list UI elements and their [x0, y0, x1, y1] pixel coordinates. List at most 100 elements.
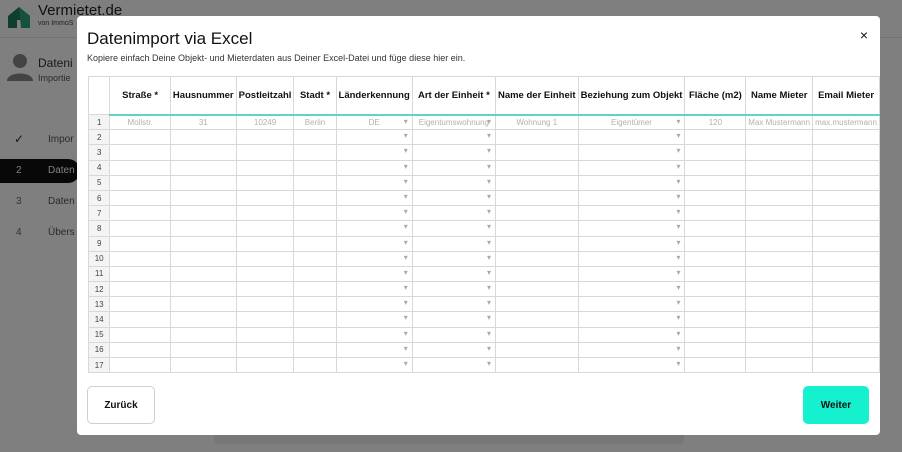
dropdown-cell[interactable]	[577, 220, 686, 237]
grid-cell[interactable]	[745, 341, 814, 359]
grid-cell[interactable]	[235, 205, 295, 222]
grid-cell[interactable]	[293, 326, 337, 343]
grid-cell[interactable]	[745, 356, 814, 374]
example-cell[interactable]: Max Mustermann	[745, 113, 814, 131]
column-header[interactable]: Name der Einheit	[494, 76, 579, 116]
grid-cell[interactable]	[812, 250, 880, 267]
dropdown-cell[interactable]	[411, 189, 496, 207]
grid-cell[interactable]	[684, 326, 747, 343]
dropdown-cell[interactable]	[411, 311, 496, 328]
grid-cell[interactable]	[293, 174, 337, 191]
grid-cell[interactable]	[745, 174, 814, 191]
grid-cell[interactable]	[235, 174, 295, 191]
grid-cell[interactable]	[169, 311, 237, 328]
grid-cell[interactable]	[109, 296, 171, 313]
grid-cell[interactable]	[745, 265, 814, 283]
grid-cell[interactable]	[293, 281, 337, 298]
grid-cell[interactable]	[293, 189, 337, 207]
row-number[interactable]: 17	[88, 356, 111, 374]
dropdown-cell[interactable]	[335, 326, 413, 343]
dropdown-cell[interactable]	[335, 129, 413, 146]
example-dropdown-cell[interactable]: Eigentümer	[577, 113, 686, 131]
dropdown-cell[interactable]	[411, 144, 496, 161]
grid-cell[interactable]	[812, 189, 880, 207]
grid-cell[interactable]	[235, 159, 295, 176]
grid-cell[interactable]	[235, 281, 295, 298]
dropdown-cell[interactable]	[411, 174, 496, 191]
grid-cell[interactable]	[684, 265, 747, 283]
grid-cell[interactable]	[169, 356, 237, 374]
grid-cell[interactable]	[494, 296, 579, 313]
grid-cell[interactable]	[812, 174, 880, 191]
grid-cell[interactable]	[812, 296, 880, 313]
dropdown-cell[interactable]	[335, 159, 413, 176]
grid-cell[interactable]	[812, 311, 880, 328]
grid-cell[interactable]	[684, 281, 747, 298]
grid-cell[interactable]	[109, 250, 171, 267]
grid-cell[interactable]	[684, 159, 747, 176]
dropdown-cell[interactable]	[411, 296, 496, 313]
dropdown-cell[interactable]	[335, 250, 413, 267]
grid-cell[interactable]	[684, 144, 747, 161]
grid-cell[interactable]	[812, 326, 880, 343]
grid-cell[interactable]	[812, 356, 880, 374]
column-header[interactable]: Name Mieter	[745, 76, 814, 116]
grid-cell[interactable]	[494, 265, 579, 283]
grid-cell[interactable]	[684, 235, 747, 252]
example-cell[interactable]: Wohnung 1	[494, 113, 579, 131]
dropdown-cell[interactable]	[411, 220, 496, 237]
grid-cell[interactable]	[109, 265, 171, 283]
row-number[interactable]: 15	[88, 326, 111, 343]
row-number[interactable]: 12	[88, 281, 111, 298]
grid-cell[interactable]	[494, 281, 579, 298]
row-number[interactable]: 14	[88, 311, 111, 328]
grid-cell[interactable]	[812, 129, 880, 146]
dropdown-cell[interactable]	[335, 341, 413, 359]
grid-cell[interactable]	[235, 189, 295, 207]
grid-cell[interactable]	[745, 144, 814, 161]
column-header[interactable]: Fläche (m2)	[684, 76, 747, 116]
grid-cell[interactable]	[494, 250, 579, 267]
grid-cell[interactable]	[745, 205, 814, 222]
grid-cell[interactable]	[109, 144, 171, 161]
grid-cell[interactable]	[684, 205, 747, 222]
dropdown-cell[interactable]	[411, 326, 496, 343]
close-icon[interactable]: ×	[860, 27, 868, 43]
row-number[interactable]: 13	[88, 296, 111, 313]
column-header[interactable]: Straße *	[109, 76, 171, 116]
grid-cell[interactable]	[235, 311, 295, 328]
grid-cell[interactable]	[293, 129, 337, 146]
column-header[interactable]: Postleitzahl	[235, 76, 295, 116]
grid-cell[interactable]	[109, 235, 171, 252]
back-button[interactable]: Zurück	[87, 386, 155, 424]
grid-cell[interactable]	[494, 311, 579, 328]
dropdown-cell[interactable]	[335, 174, 413, 191]
grid-cell[interactable]	[109, 129, 171, 146]
grid-cell[interactable]	[169, 235, 237, 252]
row-number[interactable]: 1	[88, 113, 111, 131]
grid-cell[interactable]	[494, 189, 579, 207]
column-header[interactable]: Email Mieter	[812, 76, 880, 116]
dropdown-cell[interactable]	[577, 356, 686, 374]
column-header[interactable]: Länderkennung	[335, 76, 413, 116]
grid-cell[interactable]	[109, 311, 171, 328]
grid-cell[interactable]	[109, 189, 171, 207]
dropdown-cell[interactable]	[411, 265, 496, 283]
grid-cell[interactable]	[812, 205, 880, 222]
grid-cell[interactable]	[745, 281, 814, 298]
dropdown-cell[interactable]	[577, 235, 686, 252]
grid-cell[interactable]	[293, 356, 337, 374]
grid-cell[interactable]	[169, 189, 237, 207]
dropdown-cell[interactable]	[577, 144, 686, 161]
dropdown-cell[interactable]	[577, 159, 686, 176]
grid-cell[interactable]	[494, 159, 579, 176]
grid-cell[interactable]	[684, 311, 747, 328]
grid-cell[interactable]	[494, 205, 579, 222]
grid-cell[interactable]	[235, 129, 295, 146]
row-number[interactable]: 11	[88, 265, 111, 283]
grid-cell[interactable]	[293, 205, 337, 222]
column-header[interactable]: Beziehung zum Objekt	[577, 76, 686, 116]
grid-cell[interactable]	[235, 326, 295, 343]
grid-cell[interactable]	[293, 296, 337, 313]
grid-cell[interactable]	[494, 326, 579, 343]
